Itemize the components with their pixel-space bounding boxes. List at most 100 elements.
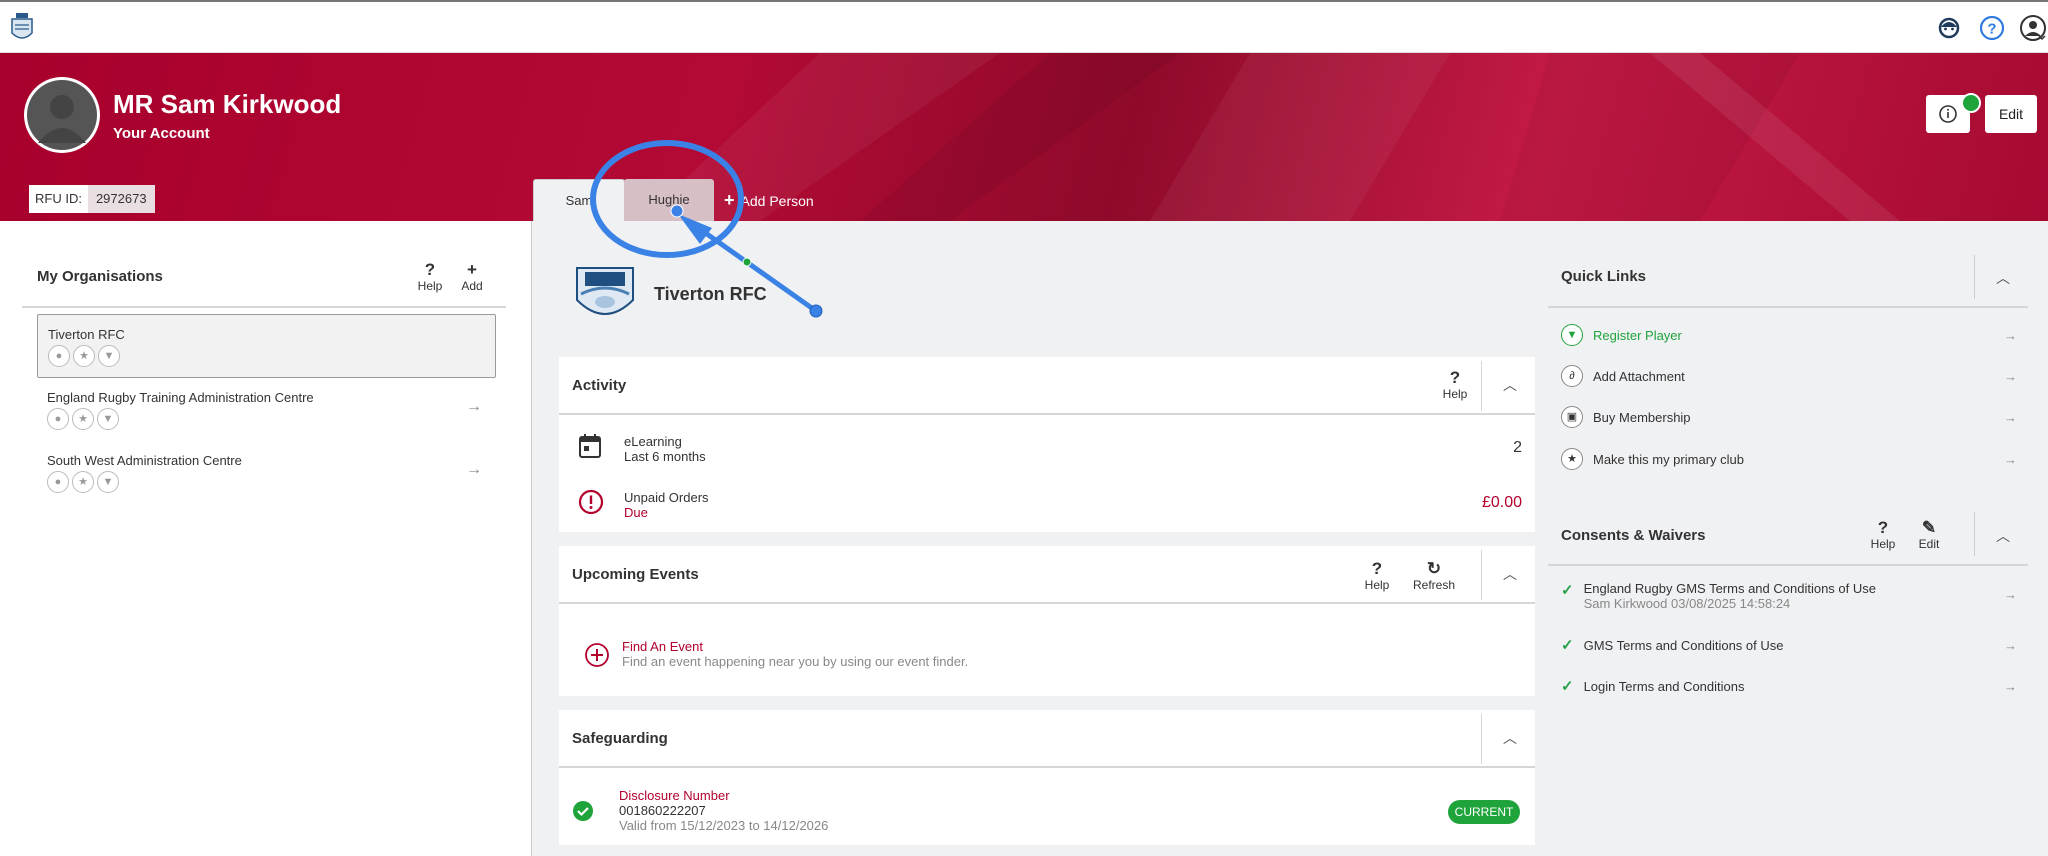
person-silhouette-icon: [27, 80, 97, 150]
rfu-id-badge: RFU ID: 2972673: [29, 185, 155, 213]
shirt-icon: ▼: [97, 471, 119, 493]
quick-links-title: Quick Links: [1561, 268, 1647, 285]
org-name: South West Administration Centre: [47, 453, 242, 468]
person-icon: ●: [48, 345, 70, 367]
quick-link-buy-membership[interactable]: ▣ Buy Membership →: [1561, 402, 2021, 432]
divider: [22, 306, 506, 308]
shirt-icon: ▼: [1561, 324, 1583, 346]
elearning-row[interactable]: eLearning Last 6 months: [624, 434, 706, 464]
quick-link-label: Buy Membership: [1593, 409, 1691, 425]
consents-edit-button[interactable]: ✎ Edit: [1909, 519, 1949, 552]
events-help-button[interactable]: ? Help: [1357, 560, 1397, 593]
star-icon: ★: [1561, 448, 1583, 470]
status-badge: CURRENT: [1448, 800, 1520, 824]
consent-item-gms-terms[interactable]: ✓ GMS Terms and Conditions of Use →: [1561, 630, 2021, 660]
consents-help-button[interactable]: ? Help: [1863, 519, 1903, 552]
star-icon: ★: [73, 345, 95, 367]
add-person-button[interactable]: + Add Person: [724, 190, 814, 211]
user-menu-icon[interactable]: [2018, 13, 2048, 43]
support-agent-icon[interactable]: [1934, 13, 1964, 43]
arrow-right-icon: →: [2004, 327, 2017, 343]
consent-item-england-rugby-gms[interactable]: ✓ England Rugby GMS Terms and Conditions…: [1561, 581, 2021, 615]
check-icon: ✓: [1561, 582, 1574, 599]
top-bar: ?: [0, 0, 2048, 53]
annotation-midpoint: [742, 257, 752, 267]
club-crest-icon[interactable]: [10, 11, 34, 45]
svg-text:?: ?: [1987, 21, 1996, 38]
org-name: England Rugby Training Administration Ce…: [47, 390, 314, 405]
refresh-icon: ↻: [1426, 559, 1442, 578]
tab-hughie[interactable]: Hughie: [624, 179, 714, 221]
plus-icon: +: [467, 260, 477, 279]
calendar-icon: [579, 434, 601, 458]
upcoming-events-card: Upcoming Events ? Help ↻ Refresh ︿ Find …: [559, 546, 1535, 696]
events-header: Upcoming Events ? Help ↻ Refresh ︿: [559, 546, 1535, 604]
consent-label: Login Terms and Conditions: [1583, 678, 1745, 694]
find-event-description: Find an event happening near you by usin…: [622, 654, 969, 669]
org-item-tiverton[interactable]: Tiverton RFC ● ★ ▼: [37, 314, 496, 378]
chevron-up-icon[interactable]: ︿: [1503, 375, 1517, 395]
chevron-up-icon[interactable]: ︿: [1503, 728, 1517, 748]
org-item-england-rugby-training[interactable]: England Rugby Training Administration Ce…: [37, 378, 496, 442]
divider: [1481, 361, 1482, 411]
org-item-south-west[interactable]: South West Administration Centre ● ★ ▼ →: [37, 441, 496, 505]
unpaid-orders-row[interactable]: Unpaid Orders Due: [624, 490, 709, 520]
divider: [1481, 550, 1482, 600]
divider: [1548, 564, 2028, 566]
arrow-right-icon: →: [2004, 678, 2017, 694]
profile-name: MR Sam Kirkwood: [113, 89, 342, 119]
disclosure-row[interactable]: Disclosure Number 001860222207 Valid fro…: [619, 788, 828, 833]
paperclip-icon: ∂: [1561, 365, 1583, 387]
membership-card-icon: ▣: [1561, 406, 1583, 428]
org-role-icons: ● ★ ▼: [48, 345, 120, 367]
help-label: Help: [1442, 387, 1468, 401]
divider: [1974, 512, 1975, 556]
unpaid-orders-amount: £0.00: [1481, 494, 1522, 511]
safeguarding-title: Safeguarding: [572, 730, 668, 747]
organisations-help-button[interactable]: ? Help: [410, 260, 450, 294]
activity-header: Activity ? Help ︿: [559, 357, 1535, 415]
help-circle-icon[interactable]: ?: [1977, 13, 2007, 43]
safeguarding-header: Safeguarding ︿: [559, 710, 1535, 768]
events-refresh-button[interactable]: ↻ Refresh: [1404, 559, 1464, 593]
add-label: Add: [461, 279, 483, 293]
help-label: Help: [1870, 537, 1896, 551]
activity-title: Activity: [572, 377, 627, 394]
add-person-label: Add Person: [740, 192, 814, 209]
consent-label: GMS Terms and Conditions of Use: [1583, 637, 1784, 653]
activity-help-button[interactable]: ? Help: [1435, 369, 1475, 402]
chevron-up-icon[interactable]: ︿: [1996, 268, 2010, 288]
elearning-title: eLearning: [624, 434, 682, 449]
divider: [1481, 714, 1482, 764]
help-label: Help: [417, 279, 443, 293]
quick-link-register-player[interactable]: ▼ Register Player →: [1561, 320, 2021, 350]
edit-profile-button[interactable]: Edit: [1985, 95, 2037, 133]
person-icon: ●: [47, 408, 69, 430]
organisations-title: My Organisations: [37, 268, 163, 285]
chevron-up-icon[interactable]: ︿: [1996, 526, 2010, 546]
org-role-icons: ● ★ ▼: [47, 471, 119, 493]
edit-label: Edit: [1918, 537, 1940, 551]
avatar: [24, 77, 100, 153]
arrow-right-icon: →: [2004, 637, 2017, 653]
online-status-dot: [1961, 93, 1981, 113]
find-event-title: Find An Event: [622, 639, 703, 654]
person-icon: ●: [47, 471, 69, 493]
rfu-id-value: 2972673: [87, 185, 155, 213]
refresh-label: Refresh: [1412, 578, 1456, 592]
question-icon: ?: [424, 260, 436, 279]
arrow-right-icon: →: [466, 398, 482, 415]
consent-signed-info: Sam Kirkwood 03/08/2025 14:58:24: [1583, 596, 1791, 611]
plus-icon: +: [724, 190, 735, 210]
check-icon: ✓: [1561, 678, 1574, 695]
help-label: Help: [1364, 578, 1390, 592]
consent-item-login-terms[interactable]: ✓ Login Terms and Conditions →: [1561, 671, 2021, 701]
chevron-up-icon[interactable]: ︿: [1503, 564, 1517, 584]
check-icon: ✓: [1561, 637, 1574, 654]
find-event-link[interactable]: Find An Event Find an event happening ne…: [622, 639, 968, 669]
organisations-add-button[interactable]: + Add: [452, 260, 492, 294]
quick-link-add-attachment[interactable]: ∂ Add Attachment →: [1561, 361, 2021, 391]
quick-link-primary-club[interactable]: ★ Make this my primary club →: [1561, 444, 2021, 474]
profile-banner: MR Sam Kirkwood Your Account RFU ID: 297…: [0, 53, 2048, 221]
tab-sam[interactable]: Sam: [533, 179, 625, 221]
